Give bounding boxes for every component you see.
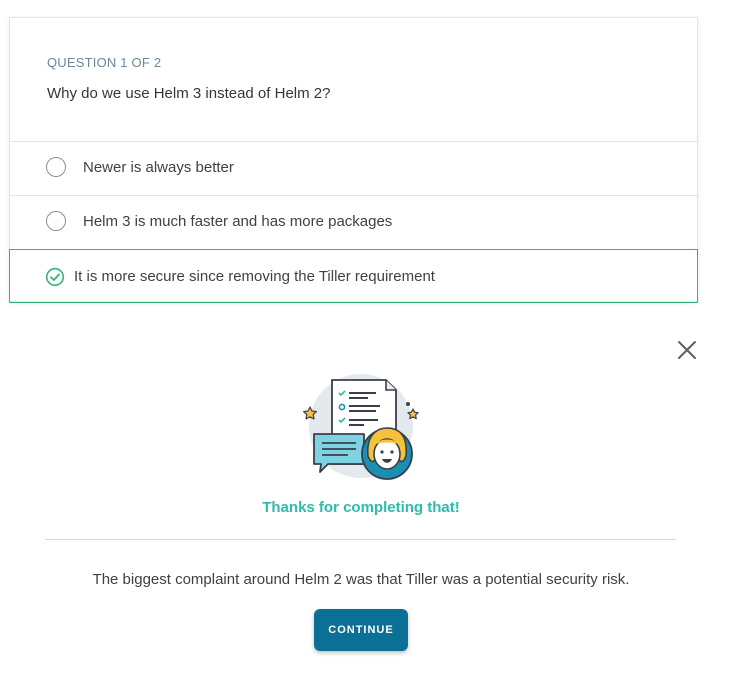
question-text: Why do we use Helm 3 instead of Helm 2? bbox=[47, 85, 331, 102]
answer-option-1[interactable]: Newer is always better bbox=[10, 141, 699, 195]
divider bbox=[45, 539, 676, 540]
answer-option-label: It is more secure since removing the Til… bbox=[74, 268, 435, 285]
close-icon[interactable] bbox=[676, 339, 698, 361]
radio-button-icon[interactable] bbox=[46, 211, 66, 231]
continue-button[interactable]: CONTINUE bbox=[314, 609, 408, 651]
answer-option-label: Newer is always better bbox=[83, 159, 234, 176]
answer-option-label: Helm 3 is much faster and has more packa… bbox=[83, 213, 393, 230]
question-card: QUESTION 1 OF 2 Why do we use Helm 3 ins… bbox=[9, 17, 699, 303]
answer-explanation: The biggest complaint around Helm 2 was … bbox=[92, 571, 630, 588]
question-counter: QUESTION 1 OF 2 bbox=[47, 55, 162, 70]
quiz-complete-illustration bbox=[303, 374, 419, 480]
answer-option-3-correct[interactable]: It is more secure since removing the Til… bbox=[9, 249, 698, 303]
radio-button-icon[interactable] bbox=[46, 157, 66, 177]
check-circle-icon bbox=[45, 267, 65, 287]
completion-title: Thanks for completing that! bbox=[262, 499, 460, 516]
answer-option-2[interactable]: Helm 3 is much faster and has more packa… bbox=[10, 195, 699, 249]
